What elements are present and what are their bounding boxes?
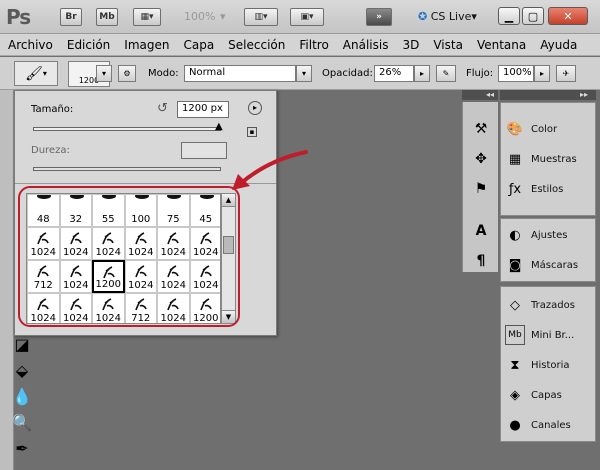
popup-menu-icon[interactable]: ▸	[248, 101, 262, 115]
adjustments-icon: ◐	[509, 227, 521, 243]
application-bar: Ps Br Mb ▦▾ 100% ▾ ▥▾ ▣▾ » ✪ CS Live▾ ▁ …	[0, 0, 600, 34]
photoshop-logo: Ps	[6, 5, 31, 29]
size-slider[interactable]	[33, 127, 221, 131]
panel-tab-history[interactable]: ⧗ Historia	[505, 353, 595, 377]
pen-tool-icon[interactable]: ✒	[10, 436, 34, 460]
brush-picker-dropdown[interactable]: ▾	[96, 65, 112, 82]
menu-edicion[interactable]: Edición	[67, 38, 110, 52]
brush-presets-icon[interactable]: ⚒	[472, 120, 490, 138]
grid-icon: ▦	[508, 151, 522, 167]
minibridge-button[interactable]: Mb	[96, 8, 118, 26]
hardness-input[interactable]	[181, 142, 227, 159]
size-slider-thumb[interactable]: ▲	[215, 121, 223, 132]
double-chevron-right-icon[interactable]: ▸▸	[580, 90, 588, 99]
menu-seleccion[interactable]: Selección	[228, 38, 285, 52]
panel-tab-layers[interactable]: ◈ Capas	[505, 383, 595, 407]
panel-tab-styles[interactable]: ƒx Estilos	[505, 177, 595, 201]
iconic-panel-column: ⚒ ✥ ⚑ A ¶	[462, 102, 498, 272]
chevron-down-icon: ▾	[42, 69, 47, 78]
tool-preset-picker[interactable]: 🖌 ▾	[14, 61, 58, 86]
panel-group-adjustments: ◐ Ajustes ◙ Máscaras	[500, 218, 596, 282]
opacity-label: Opacidad:	[322, 68, 373, 79]
maximize-window-button[interactable]: ▢	[522, 7, 544, 25]
red-highlight-frame	[18, 186, 240, 327]
mask-icon: ◙	[508, 257, 522, 273]
mode-select[interactable]: Normal	[184, 65, 296, 82]
panel-tab-channels[interactable]: ● Canales	[505, 413, 595, 437]
screen-mode-button[interactable]: ▣▾	[290, 8, 324, 26]
menu-ayuda[interactable]: Ayuda	[540, 38, 577, 52]
menu-archivo[interactable]: Archivo	[8, 38, 53, 52]
brush-tool-icon: 🖌	[25, 65, 43, 82]
hardness-slider[interactable]	[33, 167, 221, 171]
pressure-opacity-icon[interactable]: ✎	[436, 65, 456, 82]
mode-label: Modo:	[148, 68, 179, 79]
panel-tab-masks[interactable]: ◙ Máscaras	[505, 253, 595, 277]
menu-filtro[interactable]: Filtro	[299, 38, 328, 52]
brush-panel-toggle-icon[interactable]: ⚙	[118, 65, 136, 82]
hardness-label: Dureza:	[31, 145, 70, 156]
flow-slider-button[interactable]: ▸	[534, 65, 550, 82]
menu-analisis[interactable]: Análisis	[343, 38, 389, 52]
palette-icon: 🎨	[506, 121, 524, 137]
fx-icon: ƒx	[508, 181, 522, 197]
panel-tab-adjustments[interactable]: ◐ Ajustes	[505, 223, 595, 247]
mini-bridge-icon: Mb	[505, 325, 525, 345]
paths-icon: ◇	[510, 297, 520, 313]
arrange-documents-button[interactable]: ▥▾	[244, 8, 278, 26]
double-chevron-left-icon[interactable]: ◂◂	[486, 90, 494, 99]
airbrush-icon[interactable]: ✈	[556, 65, 576, 82]
panel-group-layers: ◇ Trazados Mb Mini Br... ⧗ Historia ◈ Capas …	[500, 286, 596, 442]
mode-dropdown-arrow[interactable]: ▾	[296, 65, 312, 82]
panel-group-color: 🎨 Color ▦ Muestras ƒx Estilos	[500, 102, 596, 216]
character-panel-icon[interactable]: A	[472, 222, 490, 240]
flow-input[interactable]: 100%	[498, 65, 534, 82]
menu-bar: Archivo Edición Imagen Capa Selección Fi…	[0, 34, 600, 56]
menu-ventana[interactable]: Ventana	[477, 38, 526, 52]
opacity-input[interactable]: 26%	[374, 65, 414, 82]
workspace-switcher-button[interactable]: »	[366, 8, 392, 26]
panel-tab-color[interactable]: 🎨 Color	[505, 117, 595, 141]
zoom-level[interactable]: 100%	[184, 10, 215, 23]
paint-bucket-tool-icon[interactable]: ⬙	[10, 358, 34, 382]
cs-live-icon: ✪	[418, 10, 428, 23]
clone-source-icon[interactable]: ⚑	[472, 180, 490, 198]
minimize-window-button[interactable]: ▁	[498, 7, 520, 25]
menu-capa[interactable]: Capa	[183, 38, 214, 52]
blur-tool-icon[interactable]: 💧	[10, 384, 34, 408]
channels-icon: ●	[509, 417, 521, 433]
bridge-button[interactable]: Br	[60, 8, 82, 26]
size-label: Tamaño:	[31, 104, 74, 115]
panel-tab-mini-bridge[interactable]: Mb Mini Br...	[505, 323, 595, 347]
reset-size-icon[interactable]: ↺	[157, 101, 168, 116]
panel-docks: ◂◂ ▸▸ ⚒ ✥ ⚑ A ¶ 🎨 Color ▦ Muestras ƒx Estil…	[462, 90, 600, 470]
new-preset-icon[interactable]: ▪	[247, 127, 257, 137]
brush-panel-icon[interactable]: ✥	[472, 150, 490, 168]
zoom-dropdown-icon[interactable]: ▾	[220, 10, 226, 23]
tools-list: ◪ ⬙ 💧 🔍 ✒	[10, 330, 40, 470]
dodge-tool-icon[interactable]: 🔍	[10, 410, 34, 434]
size-input[interactable]: 1200 px	[177, 101, 229, 118]
menu-vista[interactable]: Vista	[433, 38, 463, 52]
menu-3d[interactable]: 3D	[402, 38, 419, 52]
options-bar: 🖌 ▾ 1200 ▾ ⚙ Modo: Normal ▾ Opacidad: 26…	[0, 57, 600, 90]
view-extras-button[interactable]: ▦▾	[133, 8, 161, 26]
layers-icon: ◈	[510, 387, 520, 403]
panel-tab-swatches[interactable]: ▦ Muestras	[505, 147, 595, 171]
opacity-slider-button[interactable]: ▸	[414, 65, 430, 82]
history-icon: ⧗	[510, 357, 520, 373]
panel-tab-paths[interactable]: ◇ Trazados	[505, 293, 595, 317]
close-window-button[interactable]: ✕	[548, 7, 588, 25]
paragraph-panel-icon[interactable]: ¶	[472, 252, 490, 270]
cs-live-menu[interactable]: ✪ CS Live▾	[418, 10, 477, 23]
menu-imagen[interactable]: Imagen	[124, 38, 169, 52]
flow-label: Flujo:	[466, 68, 494, 79]
red-arrow-icon	[232, 150, 308, 190]
chevron-down-icon: ▾	[471, 10, 477, 23]
